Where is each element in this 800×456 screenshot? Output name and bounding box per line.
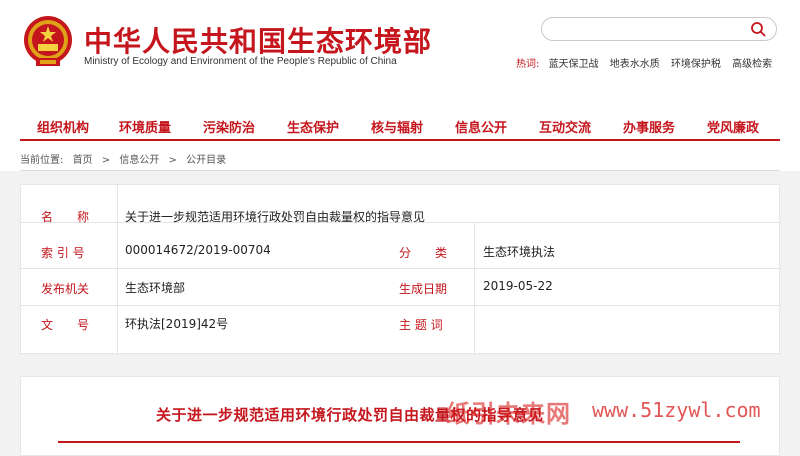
search-icon[interactable] bbox=[750, 21, 766, 37]
row-divider bbox=[21, 305, 781, 306]
breadcrumb-home[interactable]: 首页 bbox=[73, 155, 93, 166]
watermark-text: 纸引未来网 bbox=[446, 400, 571, 428]
issuer-label: 发布机关 bbox=[41, 282, 90, 296]
column-divider bbox=[474, 222, 475, 355]
index-value: 000014672/2019-00704 bbox=[125, 243, 271, 257]
watermark-url: www.51zywl.com bbox=[592, 398, 761, 422]
nav-item-info-disclosure[interactable]: 信息公开 bbox=[455, 117, 507, 136]
search-input[interactable] bbox=[541, 17, 777, 41]
site-subtitle: Ministry of Ecology and Environment of t… bbox=[84, 56, 397, 67]
hotword-link[interactable]: 地表水水质 bbox=[610, 59, 660, 70]
nav-item-services[interactable]: 办事服务 bbox=[623, 117, 675, 136]
hotwords-bar: 热词: 蓝天保卫战 地表水水质 环境保护税 高级检索 bbox=[516, 55, 780, 70]
column-divider bbox=[117, 185, 118, 355]
site-header: 中华人民共和国生态环境部 Ministry of Ecology and Env… bbox=[0, 0, 800, 110]
breadcrumb-separator: > bbox=[168, 155, 177, 166]
nav-item-nuclear-radiation[interactable]: 核与辐射 bbox=[371, 117, 423, 136]
breadcrumb-info-disclosure[interactable]: 信息公开 bbox=[119, 155, 159, 166]
nav-item-pollution-control[interactable]: 污染防治 bbox=[203, 117, 255, 136]
nav-item-organization[interactable]: 组织机构 bbox=[37, 117, 89, 136]
nav-item-party-integrity[interactable]: 党风廉政 bbox=[707, 117, 759, 136]
date-value: 2019-05-22 bbox=[483, 279, 553, 293]
document-info-table: 名 称 关于进一步规范适用环境行政处罚自由裁量权的指导意见 索 引 号 0000… bbox=[20, 184, 781, 355]
nav-item-interaction[interactable]: 互动交流 bbox=[539, 117, 591, 136]
docno-value: 环执法[2019]42号 bbox=[125, 317, 229, 331]
nav-divider bbox=[20, 139, 780, 141]
document-title-underline bbox=[58, 441, 740, 443]
nav-item-eco-protection[interactable]: 生态保护 bbox=[287, 117, 339, 136]
name-label: 名 称 bbox=[41, 210, 90, 224]
breadcrumb: 当前位置: 首页 > 信息公开 > 公开目录 bbox=[20, 151, 232, 166]
issuer-value: 生态环境部 bbox=[125, 281, 186, 295]
subject-label: 主 题 词 bbox=[399, 318, 443, 332]
name-value: 关于进一步规范适用环境行政处罚自由裁量权的指导意见 bbox=[125, 210, 426, 224]
index-label: 索 引 号 bbox=[41, 246, 85, 260]
site-title[interactable]: 中华人民共和国生态环境部 bbox=[84, 20, 432, 60]
breadcrumb-prefix: 当前位置: bbox=[20, 155, 64, 166]
main-nav: 组织机构 环境质量 污染防治 生态保护 核与辐射 信息公开 互动交流 办事服务 … bbox=[0, 114, 800, 140]
advanced-search-link[interactable]: 高级检索 bbox=[732, 59, 772, 70]
breadcrumb-separator: > bbox=[101, 155, 111, 166]
hotwords-label: 热词: bbox=[516, 59, 540, 70]
national-emblem-icon[interactable] bbox=[22, 14, 74, 70]
docno-label: 文 号 bbox=[41, 318, 90, 332]
category-label: 分 类 bbox=[399, 246, 448, 260]
category-value: 生态环境执法 bbox=[483, 245, 556, 259]
hotword-link[interactable]: 蓝天保卫战 bbox=[549, 59, 599, 70]
nav-item-environment-quality[interactable]: 环境质量 bbox=[119, 117, 171, 136]
date-label: 生成日期 bbox=[399, 282, 448, 296]
hotword-link[interactable]: 环境保护税 bbox=[671, 59, 721, 70]
breadcrumb-catalog[interactable]: 公开目录 bbox=[186, 155, 226, 166]
row-divider bbox=[21, 268, 781, 269]
